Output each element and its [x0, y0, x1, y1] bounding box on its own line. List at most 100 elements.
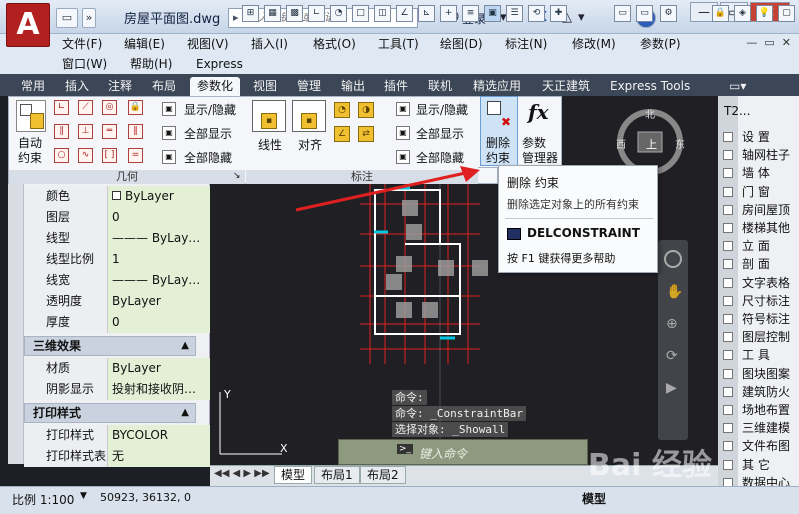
collapse-icon[interactable]: ▲: [181, 404, 189, 422]
property-row-linetype[interactable]: 线型 ——— ByLay…: [24, 228, 210, 249]
show-hide-icon[interactable]: ▣: [162, 102, 176, 116]
hide-all-button[interactable]: 全部隐藏: [184, 149, 232, 166]
menu-file[interactable]: 文件(F): [62, 35, 102, 53]
dim-show-hide-icon[interactable]: ▣: [396, 102, 410, 116]
showmotion-icon[interactable]: ▶: [666, 380, 677, 396]
parameters-manager-button[interactable]: 参数 管理器: [522, 136, 558, 166]
aligned-button[interactable]: 对齐: [298, 136, 322, 153]
property-row-shadow[interactable]: 阴影显示 投射和接收阴…: [24, 379, 210, 400]
menu-edit[interactable]: 编辑(E): [124, 35, 165, 53]
workspace-switching-icon[interactable]: ⚙: [660, 5, 677, 22]
tool-palette-item[interactable]: 图层控制: [723, 328, 790, 346]
menu-tools[interactable]: 工具(T): [378, 35, 419, 53]
viewcube-east[interactable]: 东: [675, 136, 685, 151]
show-all-button[interactable]: 全部显示: [184, 125, 232, 142]
tab-annotate[interactable]: 注释: [101, 77, 139, 96]
tab-layout1[interactable]: 布局1: [314, 466, 360, 484]
panel-expand-icon[interactable]: ↘: [233, 171, 241, 181]
horizontal-icon[interactable]: ═: [102, 124, 117, 139]
menu-modify[interactable]: 修改(M): [572, 35, 616, 53]
tab-express-tools[interactable]: Express Tools: [603, 77, 697, 96]
tool-palette-item[interactable]: 文字表格: [723, 274, 790, 292]
document-window-controls[interactable]: — ▭ ✕: [746, 36, 791, 49]
tab-layout[interactable]: 布局: [145, 77, 183, 96]
tool-palette-item[interactable]: 建筑防火: [723, 383, 790, 401]
property-row-material[interactable]: 材质 ByLayer: [24, 358, 210, 379]
tool-palette-item[interactable]: 工 具: [723, 346, 770, 364]
lineweight-icon[interactable]: ≡: [462, 5, 479, 22]
parallel-icon[interactable]: ∥: [54, 124, 69, 139]
smooth-icon[interactable]: ∿: [78, 148, 93, 163]
radius-lock-icon[interactable]: ◔: [334, 102, 350, 118]
property-row-plot-style[interactable]: 打印样式 BYCOLOR: [24, 425, 210, 446]
concentric-icon[interactable]: ◎: [102, 100, 117, 115]
fx-icon[interactable]: fx: [528, 100, 549, 124]
tab-output[interactable]: 输出: [334, 77, 372, 96]
command-input[interactable]: >_ 键入命令: [338, 439, 588, 465]
property-row-linetype-scale[interactable]: 线型比例 1: [24, 249, 210, 270]
tool-palette-item[interactable]: 墙 体: [723, 164, 770, 182]
tool-palette-item[interactable]: 楼梯其他: [723, 219, 790, 237]
collinear-icon[interactable]: ⟋: [78, 100, 93, 115]
quick-properties-icon[interactable]: ☰: [506, 5, 523, 22]
section-3d-effects[interactable]: 三维效果 ▲: [24, 336, 196, 356]
menu-parametric[interactable]: 参数(P): [640, 35, 681, 53]
tool-palette-item[interactable]: 剖 面: [723, 255, 770, 273]
tool-palette-item[interactable]: 房间屋顶: [723, 201, 790, 219]
quick-view-drawings-icon[interactable]: ▭: [636, 5, 653, 22]
grid-display-icon[interactable]: ▩: [286, 5, 303, 22]
tab-home[interactable]: 常用: [14, 77, 52, 96]
ortho-mode-icon[interactable]: ∟: [308, 5, 325, 22]
tool-palette-item[interactable]: 轴网柱子: [723, 146, 790, 164]
menu-dimension[interactable]: 标注(N): [505, 35, 547, 53]
tool-palette-item[interactable]: 文件布图: [723, 437, 790, 455]
fix-icon[interactable]: 🔒: [128, 100, 143, 115]
tool-palette-item[interactable]: 设 置: [723, 128, 770, 146]
dynamic-input-icon[interactable]: +: [440, 5, 457, 22]
lock-toolbar-icon[interactable]: 🔒: [712, 5, 729, 22]
dynamic-ucs-icon[interactable]: ⊾: [418, 5, 435, 22]
quick-access-dropdown-icon[interactable]: »: [82, 8, 96, 28]
tab-navigation-arrows[interactable]: ◀◀ ◀ ▶ ▶▶: [214, 468, 270, 479]
scale-dropdown-icon[interactable]: ▼: [80, 491, 87, 501]
tab-tangent[interactable]: 天正建筑: [535, 77, 597, 96]
diameter-lock-icon[interactable]: ◑: [358, 102, 374, 118]
hide-all-icon[interactable]: ▣: [162, 150, 176, 164]
dim-show-all-button[interactable]: 全部显示: [416, 125, 464, 142]
menu-help[interactable]: 帮助(H): [130, 55, 172, 73]
tool-palette-item[interactable]: 图块图案: [723, 365, 790, 383]
tab-insert[interactable]: 插入: [58, 77, 96, 96]
tool-palette-header[interactable]: T2...: [724, 104, 750, 118]
perpendicular-icon[interactable]: ⊥: [78, 124, 93, 139]
show-all-icon[interactable]: ▣: [162, 126, 176, 140]
3d-osnap-icon[interactable]: ◫: [374, 5, 391, 22]
property-row-lineweight[interactable]: 线宽 ——— ByLay…: [24, 270, 210, 291]
tool-palette-item[interactable]: 场地布置: [723, 401, 790, 419]
tab-view[interactable]: 视图: [246, 77, 284, 96]
auto-constrain-label[interactable]: 自动 约束: [18, 136, 42, 166]
show-hide-button[interactable]: 显示/隐藏: [184, 101, 236, 118]
steering-wheel-icon[interactable]: [664, 250, 682, 268]
annotation-scale[interactable]: 比例 1:100: [12, 491, 74, 508]
tab-plugins[interactable]: 插件: [377, 77, 415, 96]
model-space-button[interactable]: 模型: [582, 490, 606, 507]
viewcube-north[interactable]: 北: [645, 106, 655, 121]
connect-dropdown-icon[interactable]: ▾: [578, 8, 585, 28]
auto-constrain-icon[interactable]: [16, 100, 46, 132]
isolate-objects-icon[interactable]: 💡: [756, 5, 773, 22]
orbit-icon[interactable]: ⟳: [666, 348, 678, 364]
application-menu-logo[interactable]: A: [6, 3, 50, 47]
pan-hand-icon[interactable]: ✋: [666, 284, 683, 300]
angular-lock-icon[interactable]: ∠: [334, 126, 350, 142]
navigation-bar[interactable]: ✋ ⊕ ⟳ ▶: [658, 240, 688, 440]
tab-manage[interactable]: 管理: [290, 77, 328, 96]
dim-show-all-icon[interactable]: ▣: [396, 126, 410, 140]
snap-mode-icon[interactable]: ▦: [264, 5, 281, 22]
tool-palette-item[interactable]: 符号标注: [723, 310, 790, 328]
menu-format[interactable]: 格式(O): [313, 35, 356, 53]
dim-show-hide-button[interactable]: 显示/隐藏: [416, 101, 468, 118]
linear-button[interactable]: 线性: [258, 136, 282, 153]
viewcube-top-face[interactable]: 上: [646, 136, 657, 152]
coordinates-readout[interactable]: 50923, 36132, 0: [100, 491, 191, 504]
object-snap-tracking-icon[interactable]: ∠: [396, 5, 413, 22]
